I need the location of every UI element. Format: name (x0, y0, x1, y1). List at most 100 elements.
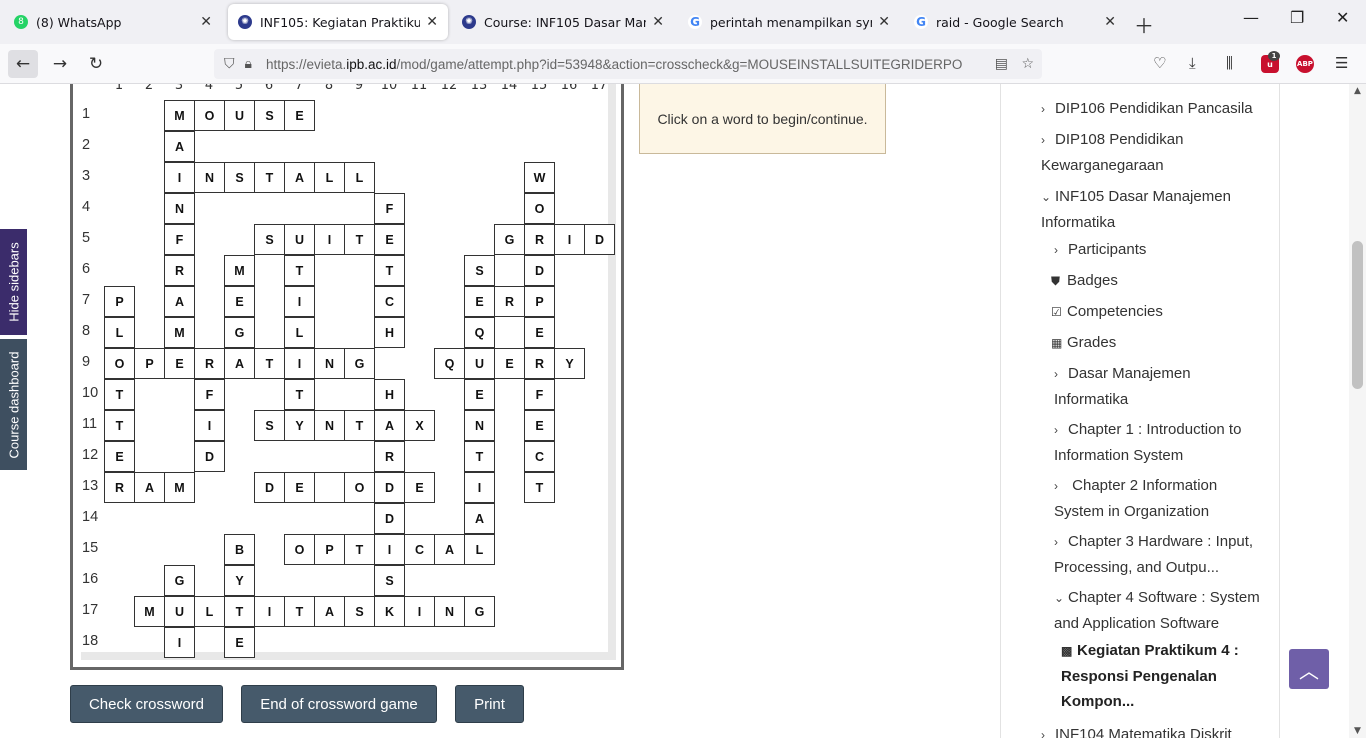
crossword-cell[interactable]: S (254, 224, 285, 255)
crossword-cell[interactable]: N (464, 410, 495, 441)
crossword-cell[interactable]: G (164, 565, 195, 596)
close-tab-icon[interactable]: ✕ (652, 14, 664, 30)
crossword-cell[interactable]: D (374, 503, 405, 534)
crossword-cell[interactable]: I (464, 472, 495, 503)
tab-whatsapp[interactable]: 8 (8) WhatsApp ✕ (4, 4, 222, 40)
crossword-cell[interactable]: R (374, 441, 405, 472)
crossword-cell[interactable]: K (374, 596, 405, 627)
crossword-cell[interactable]: I (164, 162, 195, 193)
nav-kegiatan-praktikum-4[interactable]: ▩ Kegiatan Praktikum 4 : Responsi Pengena… (1061, 638, 1261, 714)
crossword-cell[interactable]: T (284, 596, 315, 627)
crossword-cell[interactable]: N (164, 193, 195, 224)
crossword-cell[interactable]: U (224, 100, 255, 131)
restore-icon[interactable]: ❐ (1290, 8, 1304, 27)
crossword-cell[interactable]: R (194, 348, 225, 379)
crossword-cell[interactable]: O (104, 348, 135, 379)
nav-chapter-2[interactable]: › Chapter 2 Information System in Organi… (1054, 473, 1254, 524)
nav-grades[interactable]: ▦ Grades (1051, 330, 1251, 356)
menu-icon[interactable]: ☰ (1335, 54, 1348, 72)
crossword-cell[interactable]: G (494, 224, 525, 255)
crossword-cell[interactable] (314, 472, 345, 503)
crossword-cell[interactable]: E (524, 410, 555, 441)
crossword-cell[interactable]: Y (224, 565, 255, 596)
scrollbar-thumb[interactable] (1352, 241, 1363, 389)
crossword-cell[interactable]: L (284, 317, 315, 348)
minimize-icon[interactable]: — (1243, 8, 1259, 27)
crossword-cell[interactable]: S (224, 162, 255, 193)
crossword-cell[interactable]: E (224, 286, 255, 317)
crossword-cell[interactable]: F (194, 379, 225, 410)
nav-participants[interactable]: › Participants (1054, 237, 1254, 263)
close-tab-icon[interactable]: ✕ (878, 14, 890, 30)
close-tab-icon[interactable]: ✕ (200, 14, 212, 30)
crossword-cell[interactable]: G (464, 596, 495, 627)
crossword-cell[interactable]: N (314, 410, 345, 441)
nav-chapter-4[interactable]: ⌄ Chapter 4 Software : System and Applica… (1054, 585, 1264, 636)
crossword-cell[interactable]: E (284, 100, 315, 131)
crossword-cell[interactable]: Y (284, 410, 315, 441)
crossword-cell[interactable]: L (104, 317, 135, 348)
crossword-cell[interactable]: G (224, 317, 255, 348)
crossword-cell[interactable]: D (584, 224, 615, 255)
crossword-cell[interactable]: E (284, 472, 315, 503)
crossword-cell[interactable]: N (434, 596, 465, 627)
scroll-to-top-button[interactable]: ︿ (1289, 649, 1329, 689)
crossword-cell[interactable]: R (524, 348, 555, 379)
crossword-cell[interactable]: T (254, 162, 285, 193)
pocket-icon[interactable]: ♡ (1153, 54, 1166, 72)
crossword-cell[interactable]: T (224, 596, 255, 627)
reader-view-icon[interactable]: ▤ (995, 56, 1008, 72)
end-game-button[interactable]: End of crossword game (241, 685, 437, 723)
crossword-cell[interactable]: P (104, 286, 135, 317)
crossword-cell[interactable]: T (254, 348, 285, 379)
crossword-cell[interactable]: Q (464, 317, 495, 348)
crossword-cell[interactable]: D (254, 472, 285, 503)
crossword-cell[interactable]: T (524, 472, 555, 503)
url-text[interactable]: https://evieta.ipb.ac.id/mod/game/attemp… (266, 57, 966, 72)
crossword-cell[interactable]: R (164, 255, 195, 286)
crossword-cell[interactable]: F (374, 193, 405, 224)
crossword-cell[interactable]: E (374, 224, 405, 255)
crossword-cell[interactable]: W (524, 162, 555, 193)
check-crossword-button[interactable]: Check crossword (70, 685, 223, 723)
close-tab-icon[interactable]: ✕ (426, 14, 438, 30)
crossword-cell[interactable]: U (284, 224, 315, 255)
crossword-cell[interactable]: I (284, 348, 315, 379)
crossword-cell[interactable]: M (134, 596, 165, 627)
crossword-cell[interactable]: S (254, 410, 285, 441)
crossword-cell[interactable]: M (164, 100, 195, 131)
crossword-cell[interactable]: A (164, 286, 195, 317)
crossword-cell[interactable]: L (194, 596, 225, 627)
crossword-cell[interactable]: A (374, 410, 405, 441)
crossword-cell[interactable]: Y (554, 348, 585, 379)
nav-inf104[interactable]: › INF104 Matematika Diskrit (1041, 722, 1261, 738)
crossword-cell[interactable]: A (434, 534, 465, 565)
crossword-cell[interactable]: F (524, 379, 555, 410)
crossword-cell[interactable]: T (284, 379, 315, 410)
nav-chapter-3[interactable]: › Chapter 3 Hardware : Input, Processing,… (1054, 529, 1254, 580)
nav-inf105[interactable]: ⌄ INF105 Dasar Manajemen Informatika (1041, 184, 1261, 235)
crossword-cell[interactable]: M (164, 472, 195, 503)
crossword-cell[interactable]: T (104, 379, 135, 410)
crossword-cell[interactable]: I (314, 224, 345, 255)
crossword-cell[interactable]: L (344, 162, 375, 193)
crossword-cell[interactable]: M (224, 255, 255, 286)
crossword-cell[interactable]: P (134, 348, 165, 379)
crossword-cell[interactable]: T (344, 224, 375, 255)
crossword-cell[interactable]: U (464, 348, 495, 379)
crossword-cell[interactable]: C (404, 534, 435, 565)
crossword-cell[interactable]: I (164, 627, 195, 658)
scroll-up-arrow-icon[interactable]: ▲ (1349, 86, 1366, 96)
crossword-cell[interactable]: E (104, 441, 135, 472)
crossword-cell[interactable]: N (194, 162, 225, 193)
crossword-cell[interactable]: E (224, 627, 255, 658)
crossword-cell[interactable]: E (164, 348, 195, 379)
crossword-cell[interactable]: A (464, 503, 495, 534)
crossword-cell[interactable]: P (524, 286, 555, 317)
crossword-cell[interactable]: Q (434, 348, 465, 379)
crossword-cell[interactable]: O (344, 472, 375, 503)
crossword-cell[interactable]: E (524, 317, 555, 348)
crossword-cell[interactable]: D (374, 472, 405, 503)
crossword-cell[interactable]: E (464, 286, 495, 317)
crossword-cell[interactable]: X (404, 410, 435, 441)
